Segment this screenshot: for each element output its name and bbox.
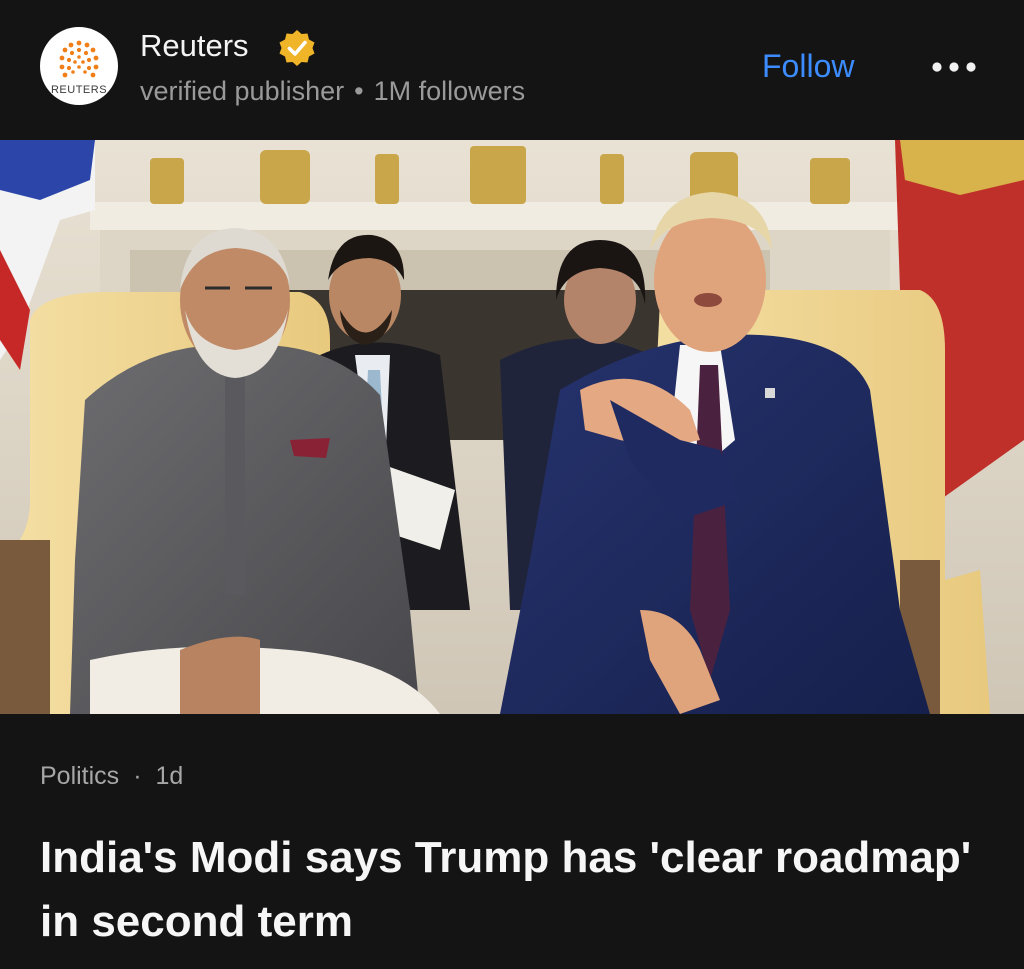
article-meta: Politics · 1d [40,760,183,792]
meta-separator: · [133,762,142,790]
article-headline[interactable]: India's Modi says Trump has 'clear roadm… [40,826,990,954]
publisher-subtitle: verified publisher • 1M followers [140,75,525,107]
follow-button[interactable]: Follow [754,46,862,86]
more-horizontal-icon [932,62,976,72]
verified-publisher-label: verified publisher [140,76,345,106]
article-age: 1d [155,762,184,790]
article-image[interactable] [0,140,1024,714]
separator-dot: • [354,76,364,106]
more-options-button[interactable] [925,50,985,84]
publisher-name[interactable]: Reuters [140,28,249,64]
publisher-avatar[interactable]: REUTERS [40,27,118,105]
logo-wordmark: REUTERS [50,84,108,96]
article-card[interactable]: REUTERS Reuters verified publisher • 1M fo… [0,0,1024,969]
followers-count: 1M followers [373,76,526,106]
article-category[interactable]: Politics [40,762,119,790]
article-photo-illustration [0,140,1024,714]
verified-badge-icon [279,30,315,66]
publisher-header: REUTERS Reuters verified publisher • 1M fo… [0,0,1024,140]
